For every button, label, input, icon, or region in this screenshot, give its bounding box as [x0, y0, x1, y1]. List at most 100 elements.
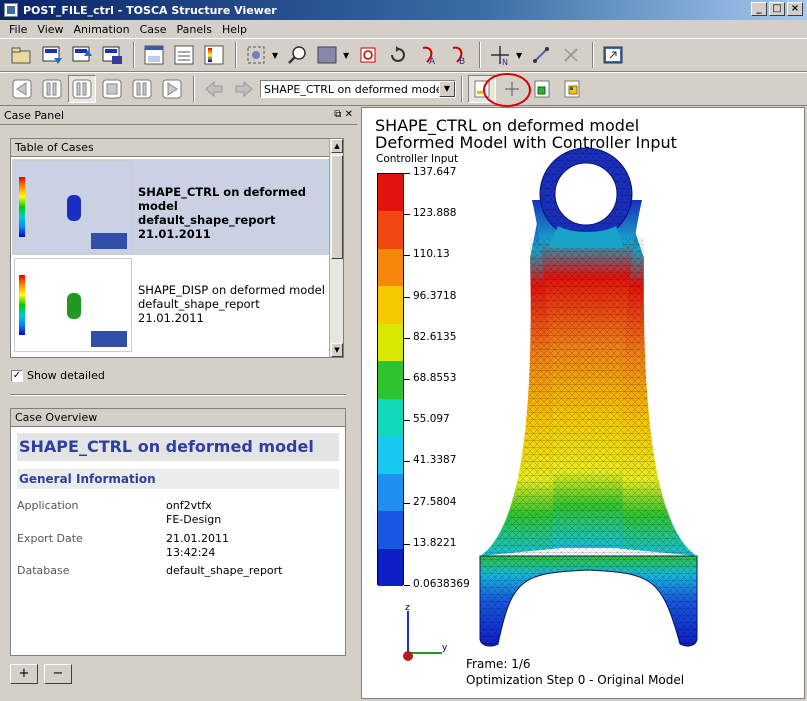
- previous-case-icon[interactable]: [200, 75, 228, 103]
- svg-text:N: N: [502, 58, 508, 66]
- animation-toolbar: SHAPE_CTRL on deformed model ▼: [0, 72, 807, 106]
- scroll-up-icon[interactable]: ▲: [331, 139, 343, 153]
- fit-view-icon[interactable]: [242, 41, 270, 69]
- model-viewport[interactable]: SHAPE_CTRL on deformed model Deformed Mo…: [361, 107, 805, 699]
- case-date: 21.01.2011: [138, 227, 211, 241]
- reset-view-icon[interactable]: [354, 41, 382, 69]
- export-date-label: Export Date: [17, 532, 83, 545]
- model-thumbnail-blob: [67, 195, 81, 221]
- general-information-section: General Information: [17, 469, 339, 489]
- connecting-rod-model: z y: [403, 147, 698, 661]
- frame-text: Frame: 1/6: [466, 657, 531, 671]
- case-report: default_shape_report: [138, 213, 276, 227]
- case-report: default_shape_report: [138, 297, 260, 311]
- optimization-step-text: Optimization Step 0 - Original Model: [466, 673, 685, 687]
- scroll-down-icon[interactable]: ▼: [331, 343, 343, 357]
- case-text: SHAPE_DISP on deformed model default_sha…: [138, 283, 325, 325]
- snapshot-icon[interactable]: [599, 41, 627, 69]
- measure-clear-icon[interactable]: [557, 41, 585, 69]
- export-icon[interactable]: [98, 41, 126, 69]
- case-date: 21.01.2011: [138, 311, 204, 325]
- menu-help[interactable]: Help: [217, 23, 252, 36]
- zoom-icon[interactable]: [283, 41, 311, 69]
- table-of-cases: Table of Cases SHAPE_CTRL on deformed mo…: [10, 138, 344, 358]
- rotate-b-icon[interactable]: B: [444, 41, 472, 69]
- last-frame-icon[interactable]: [158, 75, 186, 103]
- play-forward-icon[interactable]: [128, 75, 156, 103]
- model-view-icon[interactable]: [528, 75, 556, 103]
- show-detailed-label: Show detailed: [27, 369, 105, 382]
- first-frame-icon[interactable]: [8, 75, 36, 103]
- show-detailed-checkbox[interactable]: ✓ Show detailed: [11, 369, 105, 382]
- panel-buttons: ⧉ ✕: [334, 109, 353, 120]
- stop-icon[interactable]: [98, 75, 126, 103]
- normal-vector-icon[interactable]: N: [486, 41, 514, 69]
- case-text: SHAPE_CTRL on deformed model default_sha…: [138, 185, 330, 241]
- case-panel-toggle-icon[interactable]: [140, 41, 168, 69]
- highlight-circle: [483, 73, 531, 107]
- overview-heading: SHAPE_CTRL on deformed model: [17, 433, 339, 461]
- maximize-button[interactable]: □: [769, 2, 785, 16]
- menu-animation[interactable]: Animation: [69, 23, 135, 36]
- remove-case-button[interactable]: −: [44, 664, 72, 684]
- case-thumbnail: [14, 160, 132, 254]
- case-name: SHAPE_DISP on deformed model: [138, 283, 325, 297]
- window-title: POST_FILE_ctrl - TOSCA Structure Viewer: [23, 3, 277, 17]
- model-thumbnail-blob: [67, 293, 81, 319]
- axis-y-label: y: [442, 643, 448, 653]
- menu-case[interactable]: Case: [135, 23, 172, 36]
- panel-close-icon[interactable]: ✕: [345, 109, 353, 120]
- application-label: Application: [17, 499, 79, 512]
- svg-text:B: B: [459, 57, 465, 66]
- pause-icon[interactable]: [68, 75, 96, 103]
- save-image-icon[interactable]: [68, 41, 96, 69]
- app-icon: [4, 3, 18, 17]
- database-label: Database: [17, 564, 70, 577]
- axis-z-label: z: [405, 603, 410, 613]
- case-panel-header: Case Panel ⧉ ✕: [0, 107, 357, 125]
- case-select[interactable]: SHAPE_CTRL on deformed model ▼: [260, 80, 456, 98]
- open-model-icon[interactable]: [38, 41, 66, 69]
- menu-file[interactable]: File: [4, 23, 32, 36]
- title-bar: POST_FILE_ctrl - TOSCA Structure Viewer …: [0, 0, 807, 20]
- rotate-a-icon[interactable]: A: [414, 41, 442, 69]
- case-item-shape-ctrl[interactable]: SHAPE_CTRL on deformed model default_sha…: [12, 159, 330, 255]
- main-toolbar: ▼ ▼ A B N ▼: [0, 38, 807, 72]
- minimize-button[interactable]: _: [751, 2, 767, 16]
- color-legend-icon[interactable]: [200, 41, 228, 69]
- close-button[interactable]: ×: [787, 2, 803, 16]
- table-of-cases-title: Table of Cases: [11, 139, 343, 157]
- fit-view-dropdown-icon[interactable]: ▼: [272, 51, 280, 60]
- chevron-down-icon[interactable]: ▼: [439, 81, 455, 97]
- case-thumbnail: [14, 258, 132, 352]
- case-name: SHAPE_CTRL on deformed model: [138, 185, 307, 213]
- add-case-button[interactable]: +: [10, 664, 38, 684]
- cases-scrollbar[interactable]: ▲ ▼: [329, 139, 343, 357]
- window-controls: _ □ ×: [751, 2, 803, 16]
- background-color-icon[interactable]: [313, 41, 341, 69]
- database-value: default_shape_report: [166, 564, 283, 577]
- menu-panels[interactable]: Panels: [172, 23, 217, 36]
- svg-text:A: A: [429, 57, 436, 66]
- checkbox-box[interactable]: ✓: [11, 369, 23, 382]
- menu-view[interactable]: View: [32, 23, 68, 36]
- result-view-icon[interactable]: [558, 75, 586, 103]
- background-dropdown-icon[interactable]: ▼: [343, 51, 351, 60]
- application-value: onf2vtfx FE-Design: [166, 499, 222, 526]
- undock-icon[interactable]: ⧉: [334, 109, 341, 120]
- case-item-shape-disp[interactable]: SHAPE_DISP on deformed model default_sha…: [12, 257, 330, 353]
- measure-icon[interactable]: [527, 41, 555, 69]
- play-backward-icon[interactable]: [38, 75, 66, 103]
- case-overview-title: Case Overview: [11, 409, 345, 427]
- case-panel-title: Case Panel: [4, 109, 65, 122]
- case-select-value: SHAPE_CTRL on deformed model: [264, 82, 446, 96]
- scroll-thumb[interactable]: [331, 155, 343, 259]
- case-overview: Case Overview SHAPE_CTRL on deformed mod…: [10, 408, 346, 656]
- normal-dropdown-icon[interactable]: ▼: [516, 51, 524, 60]
- export-date-value: 21.01.2011 13:42:24: [166, 532, 229, 559]
- info-panel-toggle-icon[interactable]: [170, 41, 198, 69]
- open-file-icon[interactable]: [8, 41, 36, 69]
- next-case-icon[interactable]: [230, 75, 258, 103]
- rotate-icon[interactable]: [384, 41, 412, 69]
- menu-bar: File View Animation Case Panels Help: [0, 20, 807, 38]
